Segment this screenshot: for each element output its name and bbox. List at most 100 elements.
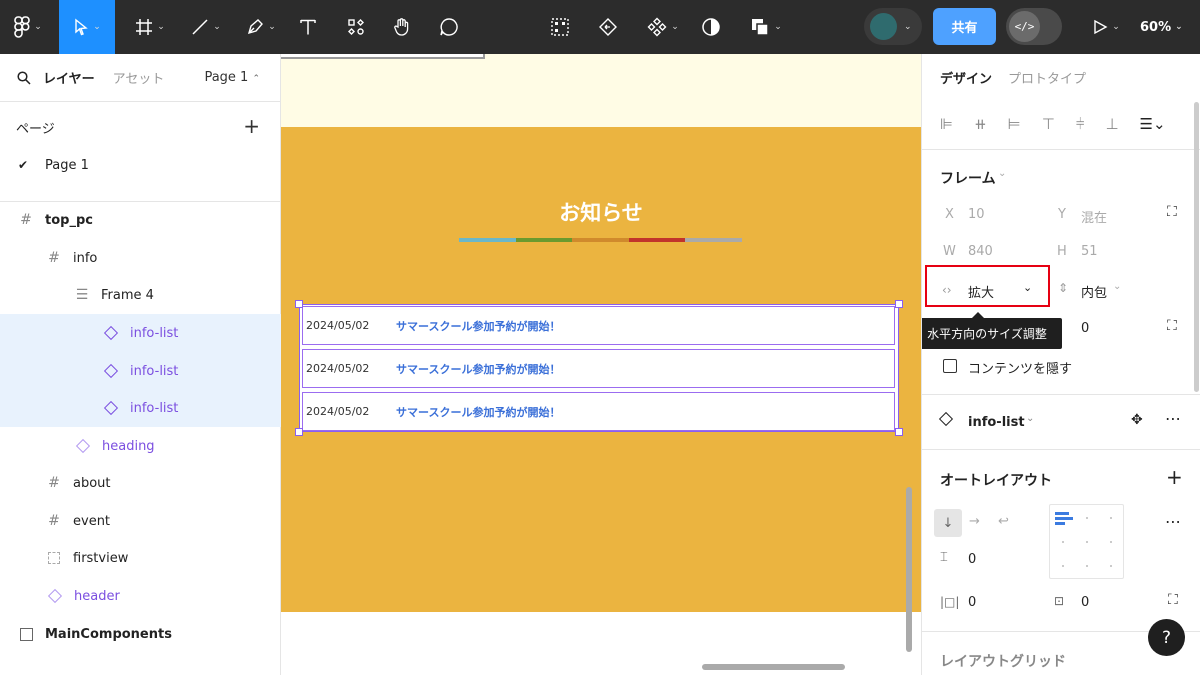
frame-section-title[interactable]: フレーム xyxy=(940,168,996,188)
layer-frame-4[interactable]: ☰ Frame 4 xyxy=(0,276,281,314)
horizontal-resizing-select[interactable]: 拡大 xyxy=(968,282,994,301)
grid-dot xyxy=(1110,517,1112,519)
align-center-v-icon[interactable]: ⫩ xyxy=(1076,115,1085,133)
independent-corners-icon[interactable]: ⛶ xyxy=(1167,318,1177,334)
page-item[interactable]: ✔ Page 1 xyxy=(0,152,280,178)
pages-heading: ページ xyxy=(16,121,55,137)
tab-prototype[interactable]: プロトタイプ xyxy=(1008,68,1086,87)
frame-tool-button[interactable]: ⌄ xyxy=(130,0,170,54)
present-button[interactable]: ⌄ xyxy=(1086,0,1126,54)
align-left-icon[interactable]: ⊫ xyxy=(940,115,953,133)
page-icon xyxy=(19,627,33,641)
component-name[interactable]: info-list xyxy=(968,415,1025,430)
hand-tool-button[interactable] xyxy=(388,0,416,54)
layer-top-pc[interactable]: # top_pc xyxy=(0,201,281,239)
chevron-down-icon[interactable]: ⌄ xyxy=(1026,413,1034,424)
info-list-row[interactable]: 2024/05/02 サマースクール参加予約が開始！ xyxy=(302,392,895,431)
info-list-row[interactable]: 2024/05/02 サマースクール参加予約が開始！ xyxy=(302,306,895,345)
align-top-icon[interactable]: ⊤ xyxy=(1042,115,1055,133)
comment-tool-button[interactable] xyxy=(435,0,463,54)
chevron-down-icon: ⌄ xyxy=(671,22,679,32)
component-menu-button[interactable]: ⌄ xyxy=(642,0,684,54)
layer-main-components[interactable]: MainComponents xyxy=(0,615,281,653)
add-page-icon[interactable]: + xyxy=(243,114,260,138)
grid-dot xyxy=(1086,541,1088,543)
dev-mode-toggle[interactable]: </> xyxy=(1006,8,1062,45)
horizontal-padding-field[interactable]: 0 xyxy=(968,595,976,610)
pen-tool-button[interactable]: ⌄ xyxy=(240,0,282,54)
wrap-icon[interactable]: ↩ xyxy=(998,514,1009,529)
add-auto-layout-icon[interactable]: + xyxy=(1166,465,1183,489)
layer-info[interactable]: # info xyxy=(0,239,281,277)
tab-layers[interactable]: レイヤー xyxy=(43,68,95,87)
layout-grid-button[interactable] xyxy=(546,0,574,54)
individual-padding-icon[interactable]: ⛶ xyxy=(1168,592,1178,608)
layer-info-list[interactable]: info-list xyxy=(0,389,281,427)
arrow-right-icon[interactable]: → xyxy=(969,514,980,529)
info-list-row[interactable]: 2024/05/02 サマースクール参加予約が開始！ xyxy=(302,349,895,388)
zoom-level: 60% xyxy=(1140,19,1172,35)
width-field[interactable]: 840 xyxy=(968,244,993,259)
avatar[interactable] xyxy=(870,13,897,40)
boolean-menu-button[interactable]: ⌄ xyxy=(744,0,788,54)
gap-field[interactable]: 0 xyxy=(968,552,976,567)
layer-about[interactable]: # about xyxy=(0,464,281,502)
main-menu-button[interactable]: ⌄ xyxy=(6,0,50,54)
vertical-resizing-select[interactable]: 内包 xyxy=(1081,282,1107,301)
layer-label: info-list xyxy=(130,325,179,341)
resources-button[interactable] xyxy=(342,0,370,54)
move-tool-button[interactable]: ⌄ xyxy=(59,0,115,54)
chevron-down-icon[interactable]: ⌄ xyxy=(1113,281,1121,292)
horizontal-scrollbar[interactable] xyxy=(702,664,845,670)
x-field[interactable]: 10 xyxy=(968,207,985,222)
text-tool-button[interactable] xyxy=(294,0,322,54)
height-field[interactable]: 51 xyxy=(1081,244,1098,259)
align-right-icon[interactable]: ⊨ xyxy=(1008,115,1021,133)
tab-assets[interactable]: アセット xyxy=(113,68,165,87)
collaborators-menu[interactable]: ⌄ xyxy=(864,8,922,45)
clip-content-checkbox[interactable] xyxy=(943,359,957,373)
min-max-field[interactable]: 0 xyxy=(1081,321,1089,336)
layer-heading[interactable]: heading xyxy=(0,427,281,465)
reset-instance-button[interactable] xyxy=(594,0,622,54)
align-bottom-icon[interactable]: ⊥ xyxy=(1105,115,1118,133)
y-field[interactable]: 混在 xyxy=(1081,207,1107,226)
resize-handle[interactable] xyxy=(295,300,303,308)
resize-handle[interactable] xyxy=(895,428,903,436)
vertical-padding-field[interactable]: 0 xyxy=(1081,595,1089,610)
zoom-menu[interactable]: 60% ⌄ xyxy=(1140,0,1183,54)
line-icon xyxy=(192,19,208,35)
frame-icon: # xyxy=(48,475,60,491)
layer-firstview[interactable]: firstview xyxy=(0,539,281,577)
chevron-down-icon[interactable]: ⌄ xyxy=(1023,281,1032,294)
search-icon[interactable] xyxy=(17,70,31,85)
direction-vertical-button[interactable]: ↓ xyxy=(934,509,962,537)
panel-scrollbar[interactable] xyxy=(1194,102,1199,392)
resize-handle[interactable] xyxy=(895,300,903,308)
chevron-down-icon: ⌄ xyxy=(213,22,221,32)
mask-button[interactable] xyxy=(697,0,725,54)
go-to-main-component-icon[interactable]: ✥ xyxy=(1131,412,1143,428)
absolute-position-icon[interactable]: ⛶ xyxy=(1167,204,1177,220)
distribute-icon[interactable]: ☰⌄ xyxy=(1140,115,1166,133)
layer-event[interactable]: # event xyxy=(0,502,281,540)
layer-header[interactable]: header xyxy=(0,577,281,615)
layer-info-list[interactable]: info-list xyxy=(0,314,281,352)
page-selector[interactable]: Page 1 ⌃ xyxy=(204,70,260,85)
resize-handle[interactable] xyxy=(295,428,303,436)
more-options-icon[interactable]: ⋯ xyxy=(1165,409,1181,428)
layer-info-list[interactable]: info-list xyxy=(0,352,281,390)
help-button[interactable]: ? xyxy=(1148,619,1185,656)
share-button[interactable]: 共有 xyxy=(933,8,996,45)
tab-design[interactable]: デザイン xyxy=(940,68,992,87)
vertical-scrollbar[interactable] xyxy=(906,487,912,652)
align-center-h-icon[interactable]: ⧺ xyxy=(974,115,987,133)
line-tool-button[interactable]: ⌄ xyxy=(184,0,228,54)
layer-label: Frame 4 xyxy=(101,287,154,303)
more-options-icon[interactable]: ⋯ xyxy=(1165,512,1181,531)
layer-label: header xyxy=(74,588,120,604)
selected-info-list-group[interactable]: 2024/05/02 サマースクール参加予約が開始！ 2024/05/02 サマ… xyxy=(295,300,903,436)
alignment-grid[interactable] xyxy=(1049,504,1124,579)
canvas[interactable]: お知らせ 2024/05/02 サマースクール参加予約が開始！ 2024/05/… xyxy=(281,54,921,675)
chevron-down-icon[interactable]: ⌄ xyxy=(998,168,1006,179)
